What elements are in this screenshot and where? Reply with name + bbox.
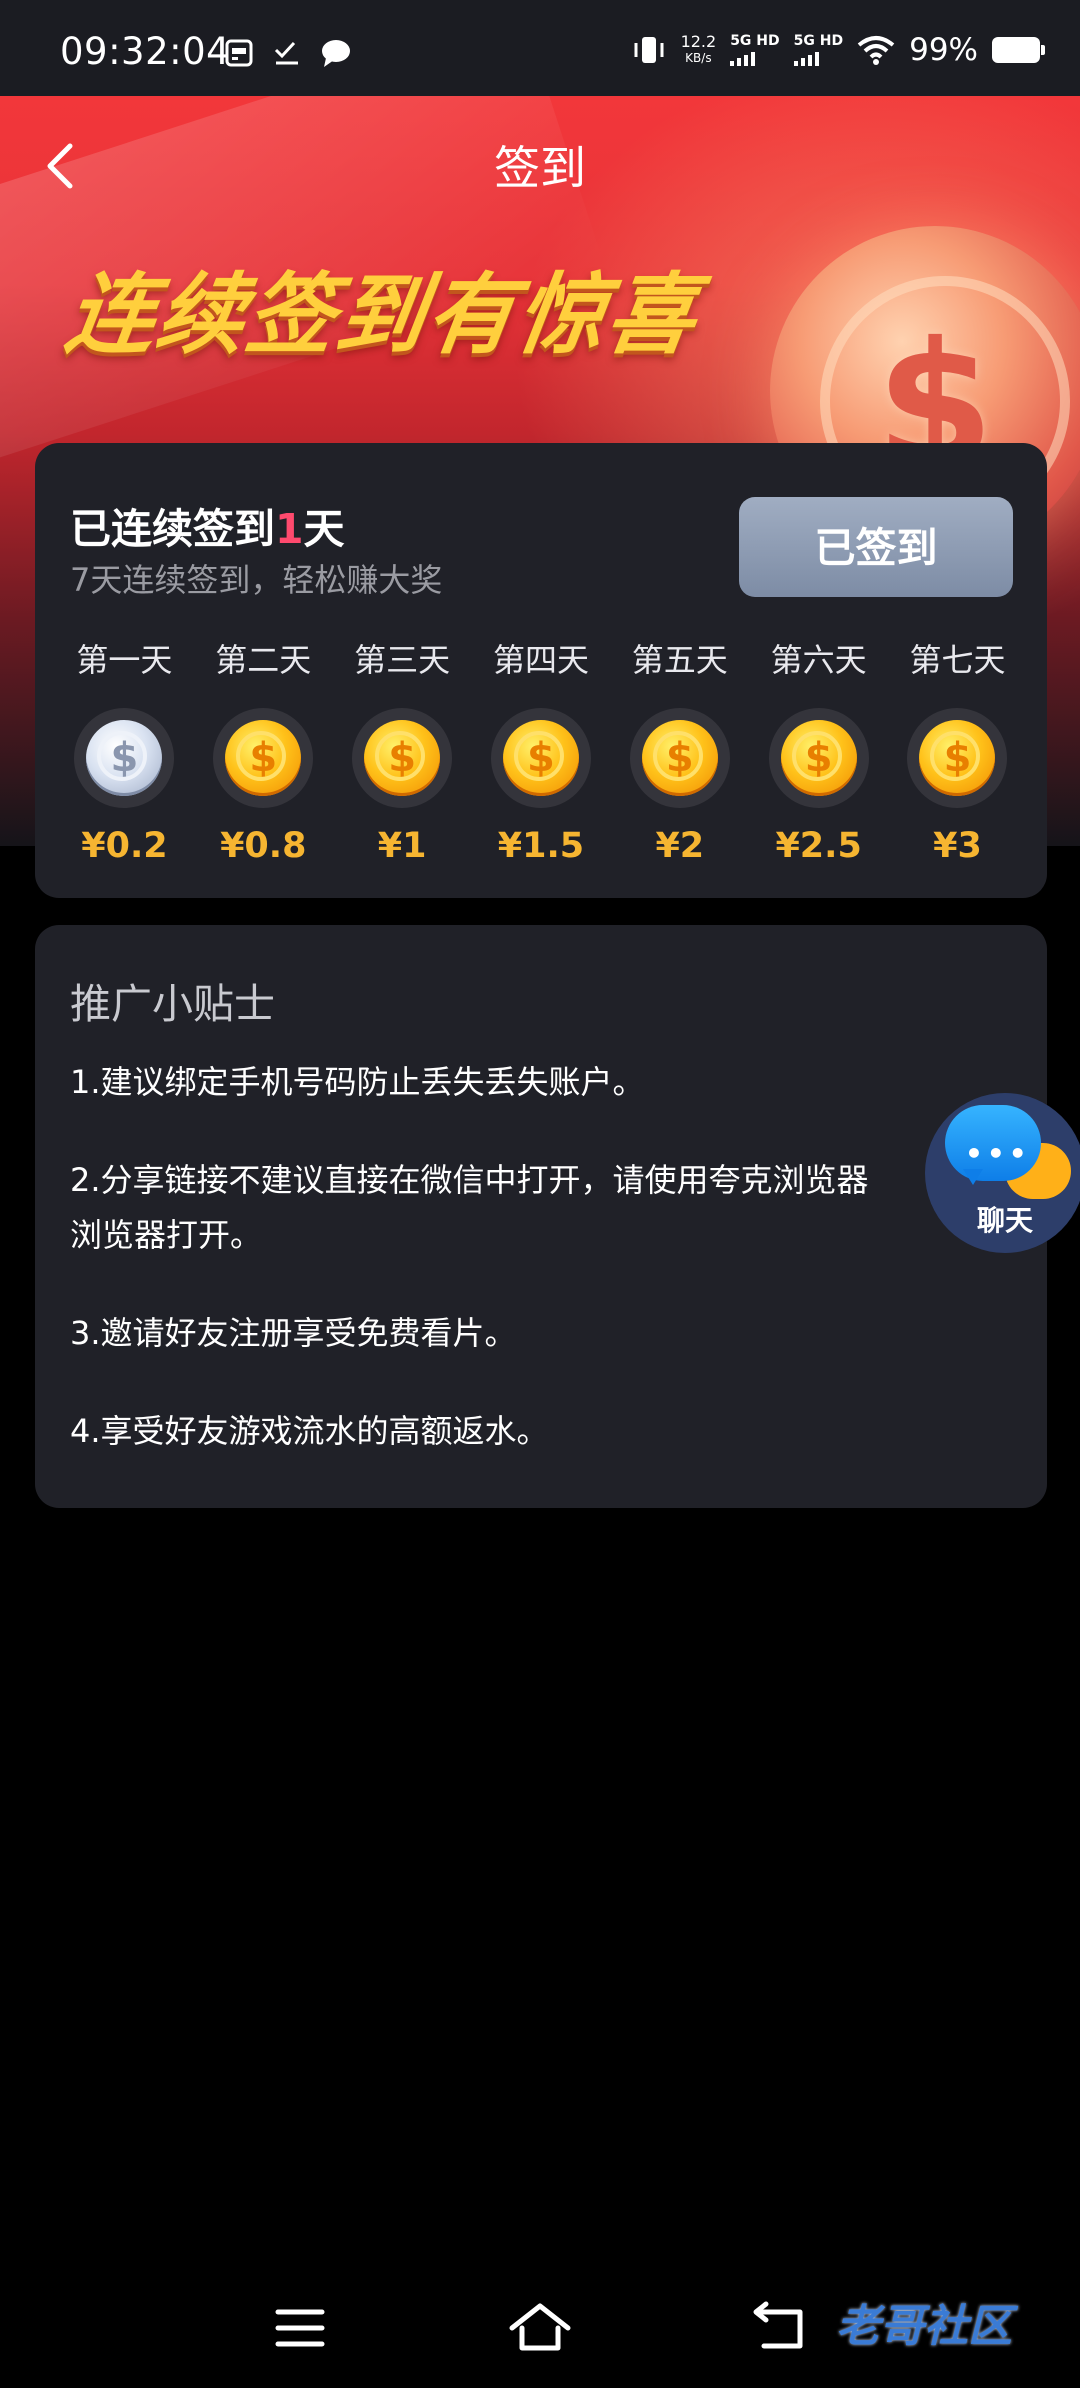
tips-title: 推广小贴士 [70, 980, 275, 1028]
signal-sim2: 5G HD [793, 33, 844, 66]
reward-amount: ¥1 [377, 826, 427, 866]
network-speed: 12.2 KB/s [681, 34, 717, 66]
reward-day-3: 第三天 $ ¥1 [342, 638, 462, 866]
reward-coin-slot: $ [213, 708, 314, 808]
reward-coin-slot: $ [490, 708, 591, 808]
checklist-icon [274, 41, 298, 65]
reward-day-label: 第六天 [770, 641, 867, 679]
reward-amount: ¥2 [655, 826, 705, 866]
reward-day-7: 第七天 $ ¥3 [897, 638, 1017, 866]
reward-day-label: 第三天 [354, 641, 451, 679]
signal-bars-icon [793, 50, 843, 66]
streak-title-suffix: 天 [303, 505, 345, 553]
gold-coin-icon: $ [225, 720, 302, 796]
message-icon [322, 40, 350, 67]
checkin-card: 已连续签到1天 7天连续签到，轻松赚大奖 已签到 第一天 $ ¥0.2 第二天 … [35, 443, 1047, 898]
reward-day-label: 第四天 [492, 641, 589, 679]
signal-bars-icon [730, 50, 779, 66]
reward-days-row: 第一天 $ ¥0.2 第二天 $ ¥0.8 第三天 $ ¥1 第四天 $ ¥1.… [35, 638, 1047, 866]
vibrate-icon [634, 37, 664, 63]
menu-icon[interactable] [260, 2298, 340, 2358]
streak-title: 已连续签到1天 [70, 495, 345, 555]
back-icon[interactable] [740, 2298, 820, 2358]
page-title: 签到 [494, 141, 586, 195]
home-icon[interactable] [500, 2298, 580, 2358]
reward-amount: ¥1.5 [497, 826, 585, 866]
reward-coin-slot: $ [629, 708, 730, 808]
status-time: 09:32:04 [60, 30, 231, 73]
reward-coin-slot: $ [907, 708, 1008, 808]
reward-coin-slot: $ [352, 708, 453, 808]
streak-days-count: 1 [275, 505, 304, 553]
battery-percent: 99% [909, 32, 978, 68]
streak-title-prefix: 已连续签到 [70, 505, 275, 553]
chat-float-button[interactable]: ••• 聊天 [925, 1093, 1080, 1253]
gold-coin-icon: $ [919, 720, 996, 796]
reward-day-2: 第二天 $ ¥0.8 [203, 638, 323, 866]
network-type-1: 5G HD [730, 33, 780, 49]
tip-item: 2.分享链接不建议直接在微信中打开，请使用夸克浏览器 浏览器打开。 [70, 1161, 869, 1254]
network-speed-unit: KB/s [685, 51, 712, 65]
sim-card-icon [225, 39, 253, 67]
reward-day-6: 第六天 $ ¥2.5 [759, 638, 879, 866]
gold-coin-icon: $ [502, 720, 579, 796]
promotion-tips-card: 推广小贴士 1.建议绑定手机号码防止丢失丢失账户。 2.分享链接不建议直接在微信… [35, 925, 1047, 1508]
wifi-icon [857, 36, 895, 65]
watermark-text: 老哥社区 [836, 2301, 1012, 2352]
tip-item: 4.享受好友游戏流水的高额返水。 [70, 1412, 549, 1450]
tips-list: 1.建议绑定手机号码防止丢失丢失账户。 2.分享链接不建议直接在微信中打开，请使… [70, 1055, 970, 1502]
hero-slogan: 连续签到有惊喜 [59, 263, 705, 366]
streak-subtitle: 7天连续签到，轻松赚大奖 [70, 561, 443, 599]
gold-coin-icon: $ [780, 720, 857, 796]
reward-day-label: 第二天 [215, 641, 312, 679]
gold-coin-icon: $ [641, 720, 718, 796]
reward-coin-slot: $ [74, 708, 175, 808]
signal-sim1: 5G HD [730, 33, 780, 66]
silver-coin-icon: $ [86, 720, 163, 796]
battery-icon [992, 37, 1045, 63]
reward-amount: ¥3 [933, 826, 982, 866]
tip-item: 1.建议绑定手机号码防止丢失丢失账户。 [70, 1063, 645, 1101]
status-bar: 09:32:04 12.2 KB/s 5G HD 5G HD 99% [0, 0, 1080, 96]
status-system-icons: 12.2 KB/s 5G HD 5G HD 99% [631, 32, 1045, 68]
watermark-logo: 老哥社区 [836, 2290, 1012, 2354]
chat-dots-icon: ••• [965, 1137, 1031, 1170]
reward-day-5: 第五天 $ ¥2 [620, 638, 740, 866]
reward-day-label: 第五天 [631, 641, 728, 679]
reward-amount: ¥2.5 [775, 826, 862, 866]
tip-item: 3.邀请好友注册享受免费看片。 [70, 1314, 517, 1352]
signed-in-button[interactable]: 已签到 [739, 497, 1013, 597]
network-type-2: 5G HD [793, 33, 844, 49]
reward-amount: ¥0.2 [81, 826, 168, 866]
gold-coin-icon: $ [364, 720, 441, 796]
reward-day-1: 第一天 $ ¥0.2 [64, 638, 184, 866]
reward-day-label: 第七天 [909, 641, 1006, 679]
reward-day-4: 第四天 $ ¥1.5 [481, 638, 601, 866]
chat-label: 聊天 [976, 1204, 1033, 1237]
network-speed-value: 12.2 [680, 32, 717, 51]
reward-amount: ¥0.8 [220, 826, 307, 866]
status-notification-icons [224, 38, 352, 68]
reward-coin-slot: $ [768, 708, 869, 808]
reward-day-label: 第一天 [76, 641, 173, 679]
